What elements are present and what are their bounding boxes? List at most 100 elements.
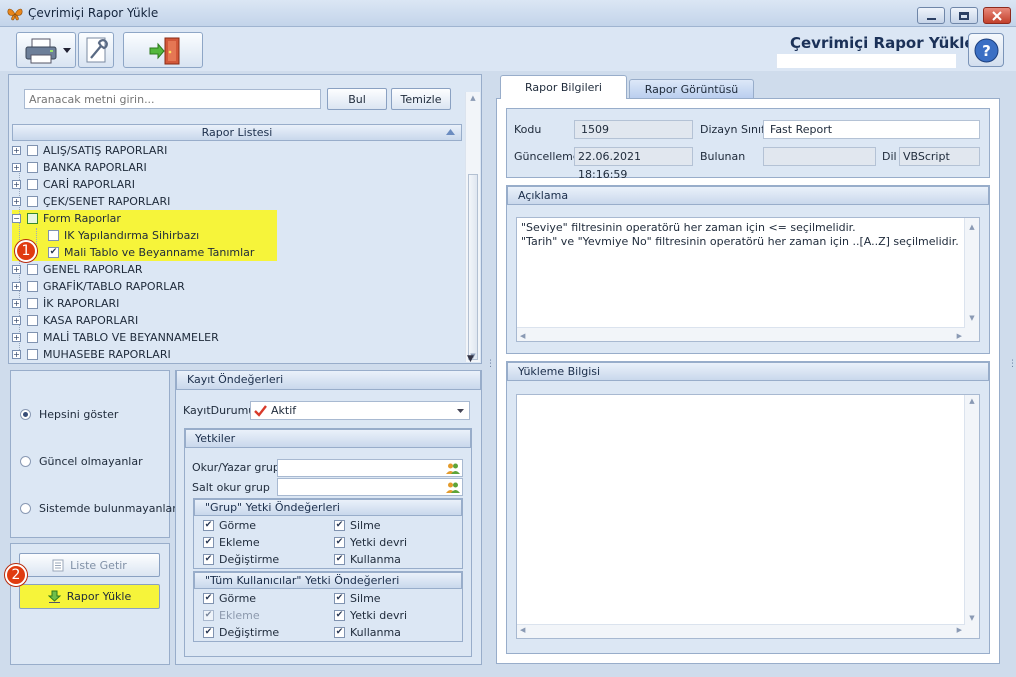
permission-checkbox-row[interactable]: ✔ Kullanma bbox=[334, 551, 401, 568]
tree-item[interactable]: + ÇEK/SENET RAPORLARI bbox=[12, 193, 464, 210]
tree-item[interactable]: + ALIŞ/SATIŞ RAPORLARI bbox=[12, 142, 464, 159]
tree-checkbox[interactable] bbox=[27, 196, 38, 207]
permission-checkbox[interactable]: ✔ bbox=[203, 520, 214, 531]
clear-button[interactable]: Temizle bbox=[391, 88, 451, 110]
tree-item[interactable]: + İK RAPORLARI bbox=[12, 295, 464, 312]
users-icon[interactable] bbox=[446, 481, 460, 494]
collapse-icon[interactable]: − bbox=[12, 214, 21, 223]
expand-icon[interactable]: + bbox=[12, 333, 21, 342]
permission-checkbox-row[interactable]: ✔ Görme bbox=[203, 590, 256, 607]
description-hscrollbar[interactable]: ◀ ▶ bbox=[517, 327, 965, 341]
tree-checkbox[interactable] bbox=[27, 179, 38, 190]
expand-icon[interactable]: + bbox=[12, 163, 21, 172]
rw-group-input[interactable] bbox=[277, 459, 463, 477]
permission-checkbox-row[interactable]: ✔ Ekleme bbox=[203, 534, 260, 551]
splitter-grip[interactable]: ⋮ bbox=[486, 360, 495, 376]
tab-report-preview[interactable]: Rapor Görüntüsü bbox=[629, 79, 754, 99]
permission-checkbox[interactable]: ✔ bbox=[334, 593, 345, 604]
tree-item[interactable]: + MUHASEBE RAPORLARI bbox=[12, 346, 464, 363]
splitter-grip-right[interactable]: ⋮ bbox=[1008, 360, 1016, 376]
exit-button[interactable] bbox=[123, 32, 203, 68]
tree-checkbox[interactable] bbox=[27, 298, 38, 309]
tree-checkbox[interactable] bbox=[48, 230, 59, 241]
permission-checkbox[interactable]: ✔ bbox=[334, 610, 345, 621]
close-button[interactable] bbox=[983, 7, 1011, 24]
upload-hscrollbar[interactable]: ◀ ▶ bbox=[517, 624, 965, 638]
radio-button[interactable] bbox=[20, 503, 31, 514]
tree-child-label: Mali Tablo ve Beyanname Tanımlar bbox=[64, 246, 255, 259]
expand-icon[interactable]: + bbox=[12, 146, 21, 155]
permission-checkbox-row[interactable]: ✔ Ekleme bbox=[203, 607, 260, 624]
permission-checkbox[interactable]: ✔ bbox=[203, 610, 214, 621]
scrollbar-thumb[interactable] bbox=[468, 174, 478, 360]
permission-checkbox[interactable]: ✔ bbox=[203, 593, 214, 604]
tree-item[interactable]: + MALİ TABLO VE BEYANNAMELER bbox=[12, 329, 464, 346]
expand-icon[interactable]: + bbox=[12, 350, 21, 359]
permission-checkbox[interactable]: ✔ bbox=[334, 627, 345, 638]
tab-report-info[interactable]: Rapor Bilgileri bbox=[500, 75, 627, 99]
permission-checkbox-row[interactable]: ✔ Değiştirme bbox=[203, 551, 279, 568]
permission-checkbox[interactable]: ✔ bbox=[334, 520, 345, 531]
permission-checkbox[interactable]: ✔ bbox=[203, 554, 214, 565]
permission-checkbox-row[interactable]: ✔ Yetki devri bbox=[334, 607, 407, 624]
designer-field[interactable]: Fast Report bbox=[763, 120, 980, 139]
tree-item[interactable]: + CARİ RAPORLARI bbox=[12, 176, 464, 193]
permission-checkbox[interactable]: ✔ bbox=[203, 537, 214, 548]
description-scrollbar[interactable]: ▲ ▼ bbox=[964, 218, 979, 341]
filter-radio-option[interactable]: Sistemde bulunmayanlar bbox=[20, 502, 177, 515]
tree-checkbox[interactable] bbox=[27, 349, 38, 360]
help-button[interactable]: ? bbox=[968, 33, 1004, 67]
tree-checkbox[interactable] bbox=[27, 162, 38, 173]
print-button[interactable] bbox=[16, 32, 76, 68]
permission-checkbox-row[interactable]: ✔ Silme bbox=[334, 590, 381, 607]
tree-checkbox[interactable] bbox=[27, 264, 38, 275]
permission-checkbox[interactable]: ✔ bbox=[334, 537, 345, 548]
permission-checkbox-row[interactable]: ✔ Silme bbox=[334, 517, 381, 534]
description-textarea[interactable]: "Seviye" filtresinin operatörü her zaman… bbox=[516, 217, 980, 342]
permission-checkbox-row[interactable]: ✔ Görme bbox=[203, 517, 256, 534]
list-fetch-button[interactable]: Liste Getir bbox=[19, 553, 160, 577]
tree-item[interactable]: + GRAFİK/TABLO RAPORLAR bbox=[12, 278, 464, 295]
expand-icon[interactable]: + bbox=[12, 299, 21, 308]
expand-icon[interactable]: + bbox=[12, 197, 21, 206]
report-list-header[interactable]: Rapor Listesi bbox=[12, 124, 462, 141]
find-button[interactable]: Bul bbox=[327, 88, 387, 110]
minimize-button[interactable] bbox=[917, 7, 945, 24]
expand-icon[interactable]: + bbox=[12, 265, 21, 274]
users-icon[interactable] bbox=[446, 462, 460, 475]
tree-child-item[interactable]: ✔ Mali Tablo ve Beyanname Tanımlar bbox=[12, 244, 464, 261]
tree-child-item[interactable]: IK Yapılandırma Sihirbazı bbox=[12, 227, 464, 244]
settings-button[interactable] bbox=[78, 32, 114, 68]
tree-checkbox[interactable] bbox=[27, 145, 38, 156]
maximize-button[interactable] bbox=[950, 7, 978, 24]
permission-checkbox-row[interactable]: ✔ Kullanma bbox=[334, 624, 401, 641]
tree-item[interactable]: + GENEL RAPORLAR bbox=[12, 261, 464, 278]
radio-button[interactable] bbox=[20, 456, 31, 467]
permission-checkbox-row[interactable]: ✔ Yetki devri bbox=[334, 534, 407, 551]
report-list-scrollbar[interactable]: ▲ ▼ bbox=[465, 92, 480, 362]
expand-icon[interactable]: + bbox=[12, 180, 21, 189]
load-report-button[interactable]: Rapor Yükle bbox=[19, 584, 160, 609]
tree-checkbox[interactable] bbox=[27, 332, 38, 343]
ro-group-input[interactable] bbox=[277, 478, 463, 496]
upload-textarea[interactable]: ▲ ▼ ◀ ▶ bbox=[516, 394, 980, 639]
search-input[interactable] bbox=[24, 89, 321, 109]
permission-checkbox-row[interactable]: ✔ Değiştirme bbox=[203, 624, 279, 641]
tree-item[interactable]: + BANKA RAPORLARI bbox=[12, 159, 464, 176]
upload-scrollbar[interactable]: ▲ ▼ bbox=[964, 395, 979, 638]
tree-checkbox[interactable]: ✔ bbox=[48, 247, 59, 258]
permission-checkbox[interactable]: ✔ bbox=[334, 554, 345, 565]
tree-checkbox[interactable] bbox=[27, 213, 38, 224]
permission-checkbox[interactable]: ✔ bbox=[203, 627, 214, 638]
tree-checkbox[interactable] bbox=[27, 315, 38, 326]
tree-item[interactable]: − Form Raporlar bbox=[12, 210, 464, 227]
filter-radio-option[interactable]: Güncel olmayanlar bbox=[20, 455, 143, 468]
tree-item[interactable]: + KASA RAPORLARI bbox=[12, 312, 464, 329]
expand-icon[interactable]: + bbox=[12, 282, 21, 291]
radio-button[interactable] bbox=[20, 409, 31, 420]
expand-icon[interactable]: + bbox=[12, 316, 21, 325]
filter-radio-option[interactable]: Hepsini göster bbox=[20, 408, 118, 421]
tree-checkbox[interactable] bbox=[27, 281, 38, 292]
scroll-down-icon[interactable]: ▼ bbox=[467, 354, 474, 364]
status-select[interactable]: Aktif bbox=[250, 401, 470, 420]
